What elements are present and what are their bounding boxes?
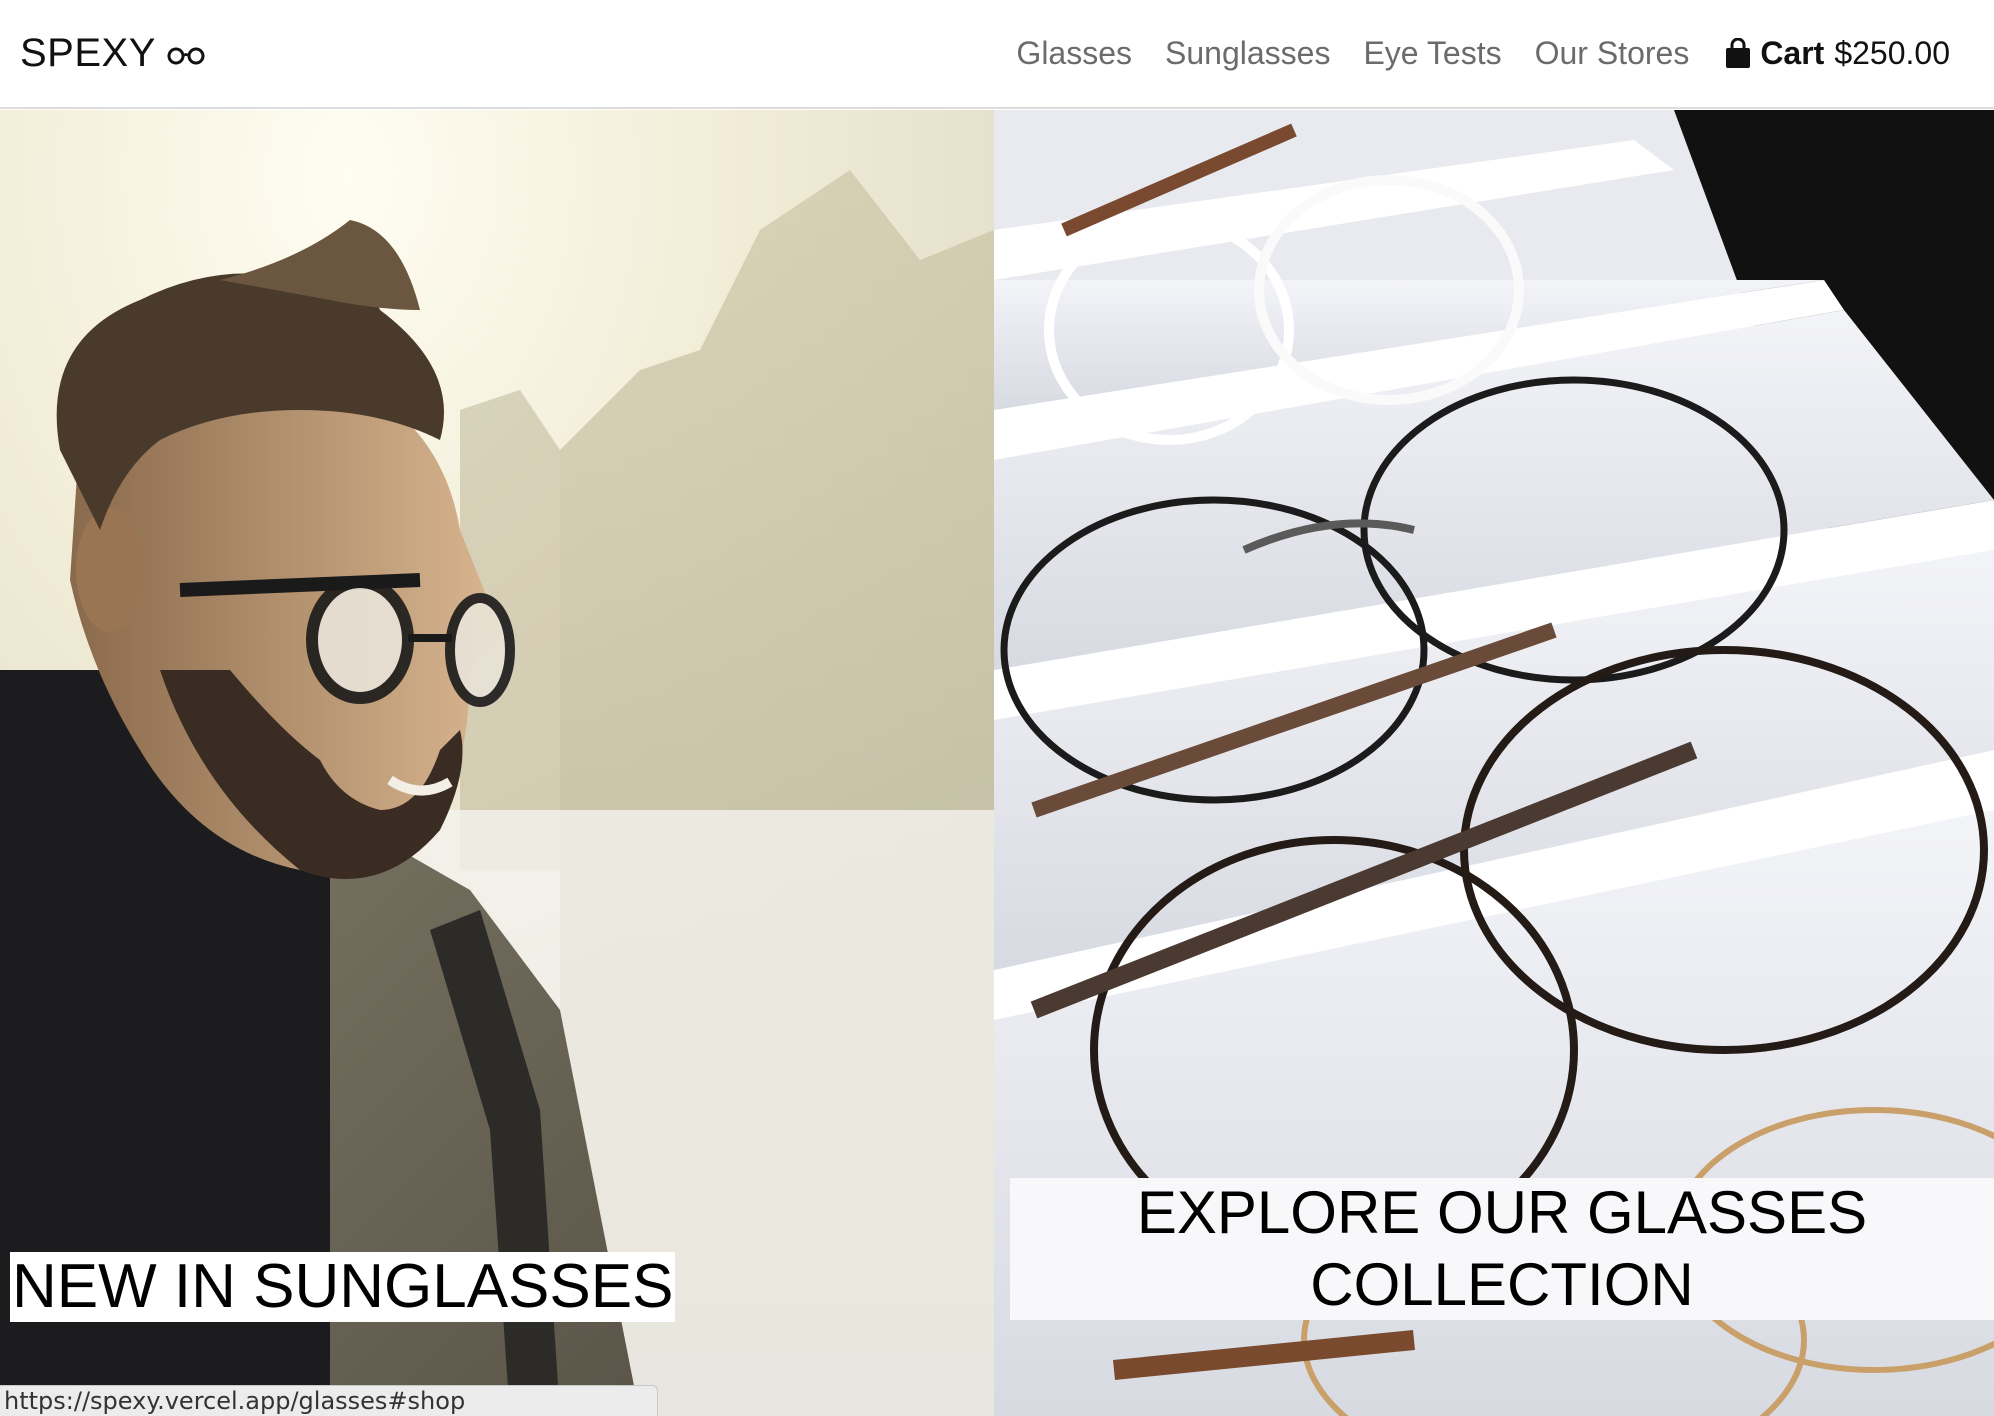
sunglasses-promo-panel[interactable]: NEW IN SUNGLASSES — [0, 110, 994, 1416]
glasses-icon — [167, 47, 205, 64]
collection-label-line1: EXPLORE OUR GLASSES — [1136, 1179, 1868, 1246]
new-in-sunglasses-label[interactable]: NEW IN SUNGLASSES — [10, 1252, 676, 1322]
nav-link-our-stores[interactable]: Our Stores — [1535, 35, 1690, 72]
glasses-collection-panel[interactable]: EXPLORE OUR GLASSES COLLECTION — [994, 110, 1994, 1416]
cart-button[interactable]: Cart $250.00 — [1724, 35, 1950, 72]
nav-link-eye-tests[interactable]: Eye Tests — [1363, 35, 1501, 72]
site-header: SPEXY Glasses Sunglasses Eye Tests Our S… — [0, 0, 1994, 109]
brand-logo[interactable]: SPEXY — [20, 31, 206, 76]
man-wearing-glasses-photo — [0, 110, 994, 1416]
brand-name: SPEXY — [20, 31, 156, 75]
cart-label: Cart — [1760, 35, 1825, 71]
collection-label-line2: COLLECTION — [1310, 1251, 1694, 1318]
nav-link-sunglasses[interactable]: Sunglasses — [1165, 35, 1330, 72]
shopping-bag-icon — [1726, 37, 1751, 68]
explore-glasses-collection-label[interactable]: EXPLORE OUR GLASSES COLLECTION — [1010, 1178, 1994, 1320]
cart-total: $250.00 — [1834, 35, 1950, 71]
main-nav: Glasses Sunglasses Eye Tests Our Stores … — [1016, 35, 1950, 72]
link-preview-url: https://spexy.vercel.app/glasses#shop — [0, 1385, 658, 1416]
nav-link-glasses[interactable]: Glasses — [1016, 35, 1132, 72]
